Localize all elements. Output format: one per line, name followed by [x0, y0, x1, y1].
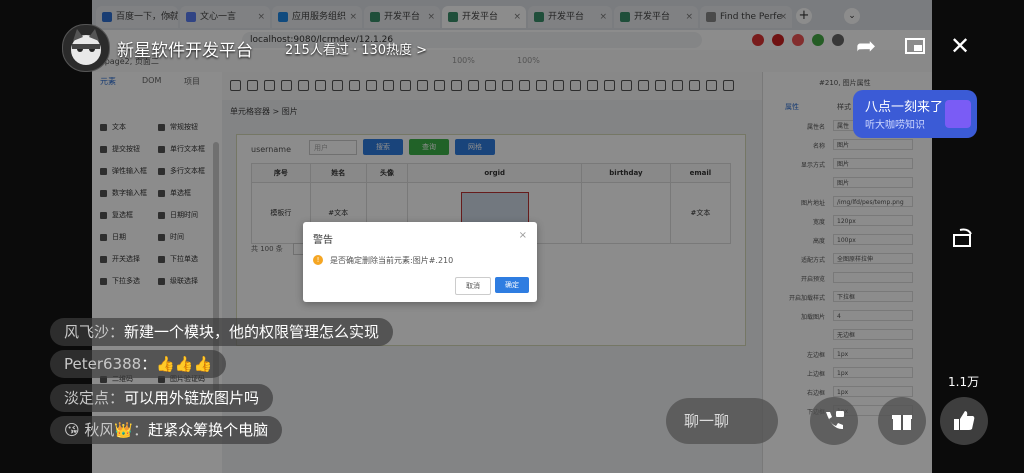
chat-message: Peter6388：👍👍👍: [50, 350, 227, 378]
streamer-avatar[interactable]: [62, 24, 110, 72]
stream-title: 新星软件开发平台: [117, 41, 253, 61]
chat-input-button[interactable]: 聊一聊: [666, 398, 778, 444]
cat-avatar-icon: [71, 29, 101, 65]
chat-user: 淡定点：: [64, 389, 125, 407]
confirm-button[interactable]: 确定: [495, 277, 529, 293]
phone-icon: [826, 411, 844, 430]
share-icon[interactable]: ➦: [856, 34, 876, 58]
chair-icon: [945, 100, 971, 128]
warning-dialog: 警告 × ! 是否确定删除当前元素:图片#.210 取消 确定: [303, 222, 537, 302]
chat-message: 风飞沙：新建一个模块，他的权限管理怎么实现: [50, 318, 394, 346]
chat-text: 可以用外链放图片吗: [124, 389, 260, 407]
gift-icon: [892, 415, 912, 430]
dialog-title: 警告: [313, 235, 333, 246]
warning-icon: !: [313, 255, 323, 265]
promo-card[interactable]: 八点一刻来了 听大咖唠知识: [853, 90, 977, 138]
chat-text: 新建一个模块，他的权限管理怎么实现: [124, 323, 380, 341]
like-count: 1.1万: [948, 375, 980, 389]
chat-user: Peter6388: [64, 355, 142, 373]
chat-user: 😘 秋风👑：: [64, 421, 149, 439]
promo-title: 八点一刻来了: [865, 100, 944, 115]
thumbs-up-icon: [954, 411, 975, 430]
promo-subtitle: 听大咖唠知识: [865, 120, 925, 131]
chat-message: 😘 秋风👑：赶紧众筹换个电脑: [50, 416, 283, 444]
gift-button[interactable]: [878, 397, 926, 445]
like-button[interactable]: [940, 397, 988, 445]
cancel-button[interactable]: 取消: [455, 277, 491, 295]
close-icon[interactable]: ×: [519, 230, 527, 241]
pip-icon[interactable]: [902, 34, 928, 62]
call-video-button[interactable]: [810, 397, 858, 445]
chat-text: ：👍👍👍: [141, 355, 213, 373]
chat-text: 赶紧众筹换个电脑: [148, 421, 269, 439]
rotate-icon[interactable]: [950, 224, 976, 254]
live-stream-screen: 百度一下，你就 × 文心一言 × 应用服务组织 × 开发平台 × 开发平台 × 开发平台 ×…: [0, 0, 1024, 473]
chat-user: 风飞沙：: [64, 323, 125, 341]
stream-meta[interactable]: 215人看过 · 130热度 >: [285, 39, 427, 58]
dialog-message: 是否确定删除当前元素:图片#.210: [330, 256, 454, 265]
chat-message: 淡定点：可以用外链放图片吗: [50, 384, 274, 412]
close-icon[interactable]: ✕: [950, 34, 970, 58]
